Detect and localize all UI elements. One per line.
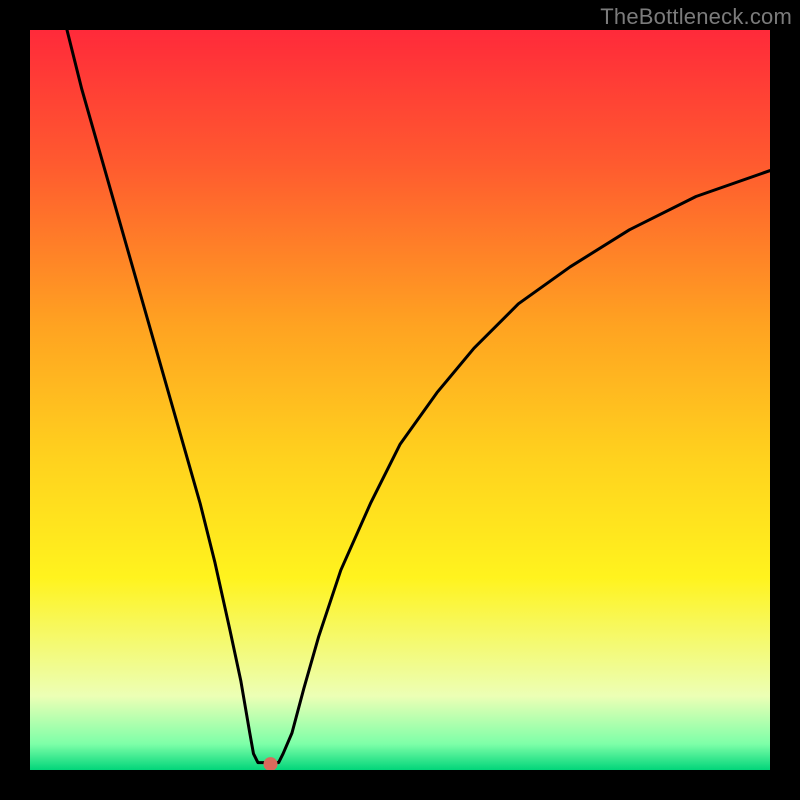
plot-svg (30, 30, 770, 770)
gradient-background (30, 30, 770, 770)
watermark-text: TheBottleneck.com (600, 4, 792, 30)
chart-frame: TheBottleneck.com (0, 0, 800, 800)
plot-area (30, 30, 770, 770)
